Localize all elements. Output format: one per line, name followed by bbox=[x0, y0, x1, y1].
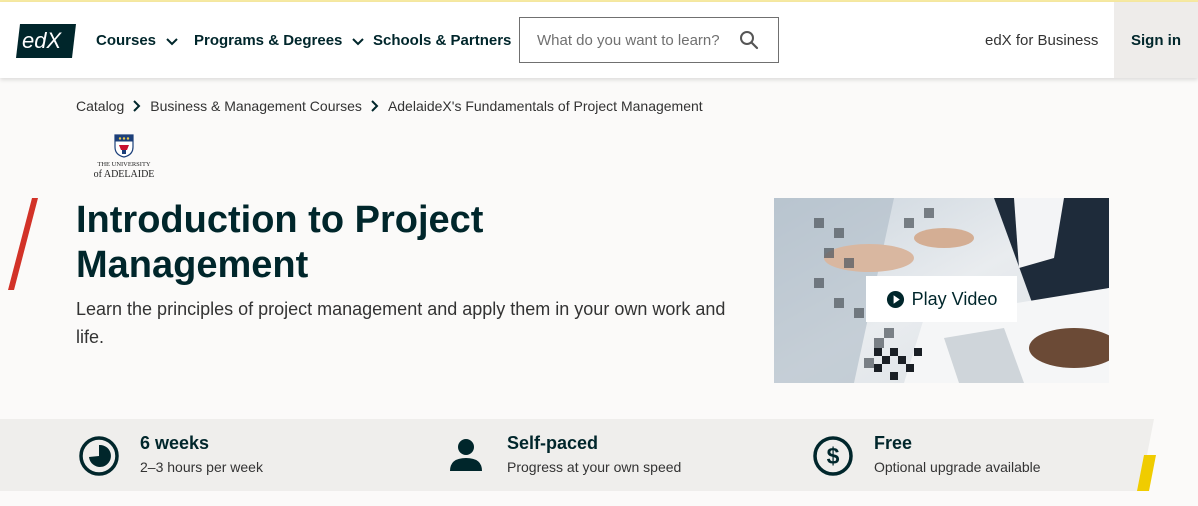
breadcrumb-current: AdelaideX's Fundamentals of Project Mana… bbox=[387, 98, 703, 114]
logo-text: edX bbox=[22, 28, 62, 53]
university-name-line1: THE UNIVERSITY bbox=[97, 161, 151, 168]
sign-in-label: Sign in bbox=[1131, 31, 1181, 49]
course-title: Introduction to Project Management bbox=[76, 199, 484, 286]
search-icon[interactable] bbox=[739, 30, 759, 50]
nav-schools-partners[interactable]: Schools & Partners bbox=[373, 32, 511, 49]
chevron-down-icon bbox=[166, 37, 178, 45]
sign-in-button[interactable]: Sign in bbox=[1114, 2, 1198, 78]
site-header: edX Courses Programs & Degrees Schools &… bbox=[0, 2, 1198, 78]
chevron-down-icon bbox=[352, 37, 365, 45]
breadcrumb-catalog[interactable]: Catalog bbox=[76, 98, 124, 114]
nav-schools-label: Schools & Partners bbox=[373, 32, 512, 49]
breadcrumb: Catalog Business & Management Courses Ad… bbox=[76, 98, 703, 114]
course-subtitle: Learn the principles of project manageme… bbox=[76, 299, 726, 347]
chevron-right-icon bbox=[133, 100, 141, 112]
nav-programs-label: Programs & Degrees bbox=[194, 32, 343, 49]
play-video-label: Play Video bbox=[911, 288, 998, 309]
person-icon bbox=[450, 439, 482, 471]
svg-text:$: $ bbox=[827, 443, 840, 469]
fact-pacing-subtitle: Progress at your own speed bbox=[507, 459, 682, 475]
fact-duration-subtitle: 2–3 hours per week bbox=[140, 459, 263, 475]
chevron-right-icon bbox=[371, 100, 379, 112]
play-circle-icon bbox=[886, 290, 904, 308]
search-box bbox=[519, 17, 779, 63]
crest-icon bbox=[114, 134, 134, 158]
nav-courses[interactable]: Courses bbox=[96, 32, 178, 49]
nav-courses-label: Courses bbox=[96, 32, 157, 49]
play-video-button[interactable]: Play Video bbox=[866, 276, 1017, 322]
clock-icon bbox=[79, 436, 119, 476]
fact-duration-title: 6 weeks bbox=[140, 433, 210, 453]
fact-price: $ Free Optional upgrade available bbox=[812, 419, 1112, 491]
fact-price-subtitle: Optional upgrade available bbox=[874, 459, 1041, 475]
university-name-line2: of ADELAIDE bbox=[93, 169, 155, 180]
search-input[interactable] bbox=[520, 18, 735, 62]
course-facts-bar: 6 weeks 2–3 hours per week Self-paced Pr… bbox=[0, 419, 1198, 491]
breadcrumb-business-management[interactable]: Business & Management Courses bbox=[150, 98, 362, 114]
fact-price-title: Free bbox=[874, 433, 913, 453]
university-logo[interactable]: THE UNIVERSITY of ADELAIDE bbox=[92, 134, 156, 182]
dollar-circle-icon: $ bbox=[813, 436, 853, 476]
fact-pacing-title: Self-paced bbox=[507, 433, 599, 453]
edx-logo[interactable]: edX bbox=[16, 24, 76, 58]
fact-duration: 6 weeks 2–3 hours per week bbox=[78, 419, 378, 491]
edx-for-business-link[interactable]: edX for Business bbox=[985, 32, 1098, 49]
fact-pacing: Self-paced Progress at your own speed bbox=[445, 419, 745, 491]
decorative-slash bbox=[8, 198, 38, 290]
nav-programs-degrees[interactable]: Programs & Degrees bbox=[194, 32, 365, 49]
